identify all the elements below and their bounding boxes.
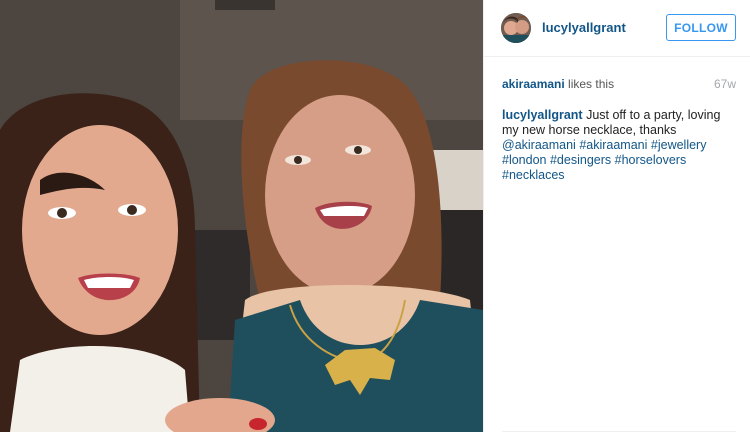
likes-row: akiraamani likes this 67w [502, 77, 736, 91]
hashtag-link[interactable]: #necklaces [502, 168, 565, 182]
caption-username[interactable]: lucylyallgrant [502, 108, 583, 122]
photo-illustration [0, 0, 483, 432]
post-caption: lucylyallgrant Just off to a party, lovi… [502, 108, 738, 183]
avatar[interactable] [501, 13, 531, 43]
author-username[interactable]: lucylyallgrant [542, 20, 626, 35]
caption-mention[interactable]: @akiraamani [502, 138, 576, 152]
hashtag-link[interactable]: #london [502, 153, 547, 167]
avatar-image [501, 13, 531, 43]
post-time[interactable]: 67w [714, 77, 736, 91]
follow-button[interactable]: FOLLOW [666, 14, 736, 41]
post-header: lucylyallgrant FOLLOW [484, 0, 750, 57]
hashtag-link[interactable]: #jewellery [651, 138, 707, 152]
post-sidebar: lucylyallgrant FOLLOW akiraamani likes t… [483, 0, 750, 432]
liker-username[interactable]: akiraamani [502, 77, 565, 91]
hashtag-link[interactable]: #horselovers [615, 153, 687, 167]
likes-text: likes this [564, 77, 615, 91]
hashtag-link[interactable]: #desingers [550, 153, 611, 167]
post-photo[interactable] [0, 0, 483, 432]
hashtag-link[interactable]: #akiraamani [579, 138, 647, 152]
